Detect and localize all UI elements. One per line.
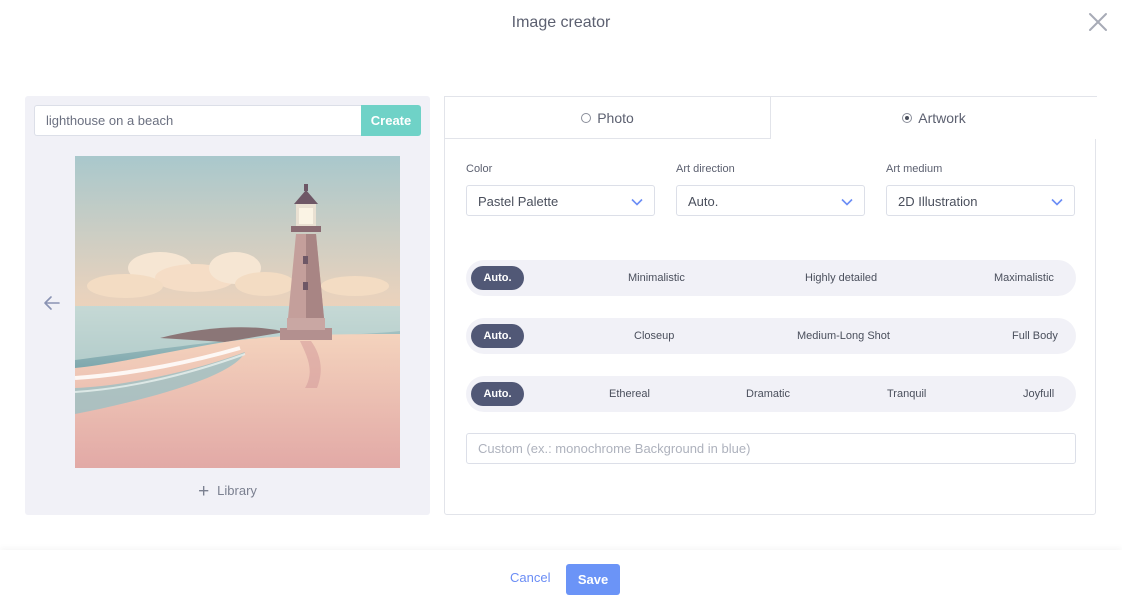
library-label: Library bbox=[217, 483, 257, 498]
art-direction-select-value: Auto. bbox=[688, 194, 719, 209]
mood-selector: Auto. Ethereal Dramatic Tranquil Joyfull bbox=[466, 376, 1076, 412]
art-direction-label: Art direction bbox=[676, 163, 735, 175]
prompt-input[interactable] bbox=[34, 105, 362, 136]
art-direction-select[interactable]: Auto. bbox=[676, 185, 865, 216]
chevron-down-icon bbox=[1051, 198, 1063, 206]
mood-option-auto[interactable]: Auto. bbox=[471, 382, 524, 406]
detail-option[interactable]: Minimalistic bbox=[628, 260, 685, 296]
settings-panel: Photo Artwork Color Pastel Palette Art d… bbox=[444, 96, 1097, 515]
detail-option-auto[interactable]: Auto. bbox=[471, 266, 524, 290]
shot-option-auto[interactable]: Auto. bbox=[471, 324, 524, 348]
shot-type-selector: Auto. Closeup Medium-Long Shot Full Body bbox=[466, 318, 1076, 354]
radio-unchecked-icon bbox=[581, 112, 592, 123]
library-button[interactable]: + Library bbox=[25, 481, 430, 503]
shot-option[interactable]: Full Body bbox=[1012, 318, 1058, 354]
custom-style-input[interactable] bbox=[466, 433, 1076, 464]
tab-photo-label: Photo bbox=[597, 109, 634, 126]
color-select-value: Pastel Palette bbox=[478, 194, 559, 209]
chevron-down-icon bbox=[631, 198, 643, 206]
radio-checked-icon bbox=[902, 113, 913, 123]
modal-body: Create bbox=[0, 50, 1122, 550]
modal-title: Image creator bbox=[511, 14, 611, 31]
shot-option[interactable]: Closeup bbox=[634, 318, 674, 354]
detail-level-selector: Auto. Minimalistic Highly detailed Maxim… bbox=[466, 260, 1076, 296]
chevron-down-icon bbox=[841, 198, 853, 206]
modal-header: Image creator bbox=[0, 0, 1122, 50]
save-button[interactable]: Save bbox=[566, 564, 620, 595]
color-label: Color bbox=[466, 163, 493, 175]
modal-footer: Cancel Save bbox=[0, 550, 1122, 607]
art-medium-label: Art medium bbox=[886, 163, 943, 175]
tab-artwork-label: Artwork bbox=[918, 110, 966, 126]
detail-option[interactable]: Maximalistic bbox=[994, 260, 1054, 296]
art-medium-select-value: 2D Illustration bbox=[898, 194, 978, 209]
generator-panel: Create bbox=[25, 96, 430, 515]
arrow-left-icon[interactable] bbox=[42, 293, 62, 313]
tab-artwork[interactable]: Artwork bbox=[770, 96, 1097, 139]
tab-photo[interactable]: Photo bbox=[444, 96, 771, 139]
mood-option[interactable]: Joyfull bbox=[1023, 376, 1054, 412]
mood-option[interactable]: Tranquil bbox=[887, 376, 926, 412]
color-select[interactable]: Pastel Palette bbox=[466, 185, 655, 216]
generated-image bbox=[75, 156, 400, 468]
shot-option[interactable]: Medium-Long Shot bbox=[797, 318, 890, 354]
create-button[interactable]: Create bbox=[361, 105, 421, 136]
detail-option[interactable]: Highly detailed bbox=[805, 260, 877, 296]
cancel-button[interactable]: Cancel bbox=[510, 570, 550, 585]
art-medium-select[interactable]: 2D Illustration bbox=[886, 185, 1075, 216]
mood-option[interactable]: Dramatic bbox=[746, 376, 790, 412]
mood-option[interactable]: Ethereal bbox=[609, 376, 650, 412]
close-icon[interactable] bbox=[1086, 10, 1110, 34]
plus-icon: + bbox=[198, 481, 210, 502]
